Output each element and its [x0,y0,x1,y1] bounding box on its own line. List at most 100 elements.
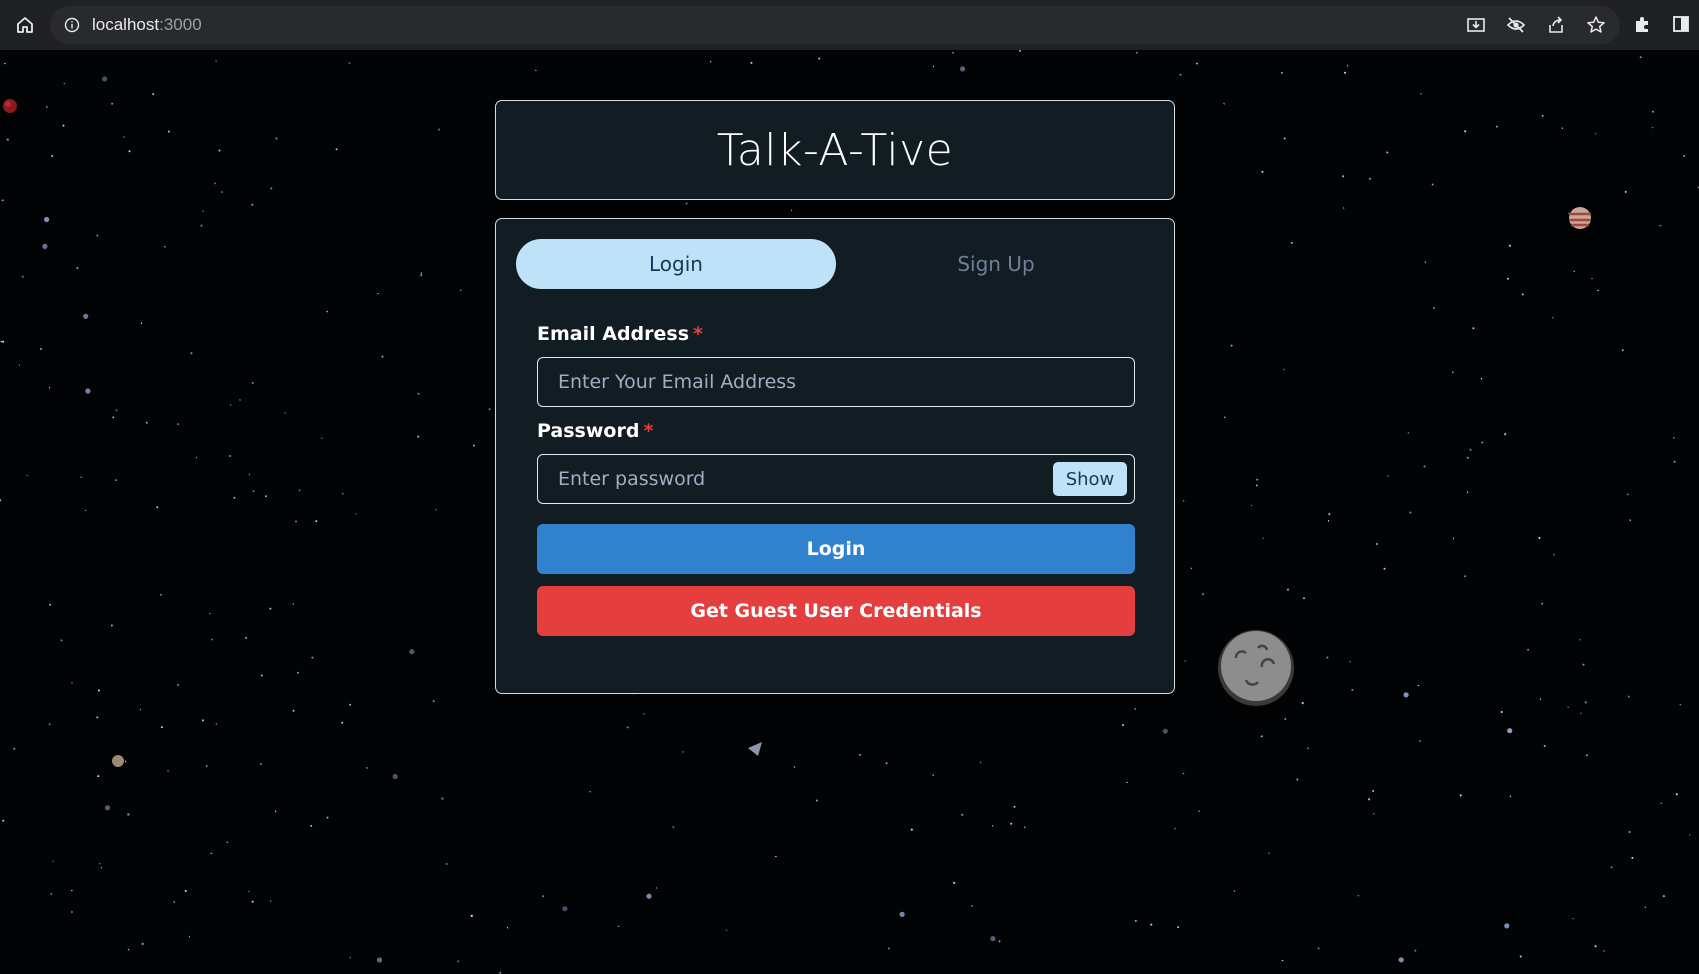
star [992,825,994,827]
star [42,243,48,249]
star [1567,706,1569,708]
star [45,106,48,108]
star [1603,950,1605,952]
star [1495,125,1498,128]
star [1459,794,1462,797]
address-bar[interactable]: localhost:3000 [50,6,1620,44]
star [1423,465,1426,468]
star [1261,170,1264,173]
star [125,760,127,763]
star [1610,866,1613,869]
star [177,684,179,686]
star [1250,504,1253,507]
star [1184,660,1186,662]
star [1519,955,1522,958]
star [270,187,273,190]
star [1196,62,1198,65]
star [1689,833,1691,836]
star [1182,499,1185,502]
star [750,61,753,64]
info-icon[interactable] [64,17,80,33]
star [1224,416,1226,419]
star [188,935,191,938]
star [1659,225,1662,227]
star [190,352,193,355]
star [1573,270,1576,273]
star [251,203,254,206]
small-planet [112,755,124,767]
star [1357,894,1360,897]
star [971,905,973,907]
star [128,150,131,153]
star [1579,638,1581,641]
star [1122,724,1124,726]
star [381,355,384,358]
star [1303,597,1305,600]
star [1373,812,1375,815]
star [441,797,444,800]
star [97,689,100,692]
star [112,416,115,419]
star [1268,852,1270,854]
star [409,649,415,655]
star [562,906,568,912]
star [952,881,956,885]
star [1286,588,1290,591]
star [200,224,203,227]
star [1407,431,1410,434]
home-button[interactable] [10,10,40,40]
star [104,805,111,811]
star [1409,511,1412,514]
required-mark: * [693,323,703,345]
star [1433,307,1436,309]
star [221,191,224,193]
star [96,234,99,237]
star [1255,484,1258,487]
email-field[interactable] [538,370,1134,394]
star [83,313,89,319]
share-icon[interactable] [1544,13,1568,37]
star [115,409,118,412]
star [173,901,176,903]
star [470,914,474,918]
star-icon[interactable] [1584,13,1608,37]
star [1627,695,1630,698]
star [1349,661,1352,663]
star [297,671,299,674]
puzzle-icon[interactable] [1631,12,1655,36]
star [1135,51,1138,54]
password-label: Password * [537,420,653,442]
star [1480,377,1483,380]
tab-signup[interactable]: Sign Up [836,239,1156,289]
install-icon[interactable] [1464,13,1488,37]
star [70,890,73,892]
star [184,890,187,892]
star [275,810,277,813]
star [1150,923,1153,926]
star [1452,537,1455,540]
star [960,66,966,72]
eye-off-icon[interactable] [1504,13,1528,37]
login-button[interactable]: Login [537,524,1135,574]
tab-login[interactable]: Login [516,239,836,289]
star [1543,745,1546,747]
password-field[interactable] [538,467,1053,491]
star [230,404,232,406]
star [152,93,155,95]
star [177,423,180,426]
star [85,388,91,394]
show-password-button[interactable]: Show [1053,462,1127,496]
star [1256,478,1259,481]
password-field-wrapper: Show [537,454,1135,504]
star [123,136,126,138]
star [1662,895,1665,898]
star [110,624,113,627]
star [1369,177,1371,180]
star [248,473,251,476]
star [0,499,2,502]
side-panel-icon[interactable] [1669,12,1693,36]
star [111,102,114,105]
guest-credentials-button[interactable]: Get Guest User Credentials [537,586,1135,636]
star [295,520,297,523]
star [1424,261,1427,264]
